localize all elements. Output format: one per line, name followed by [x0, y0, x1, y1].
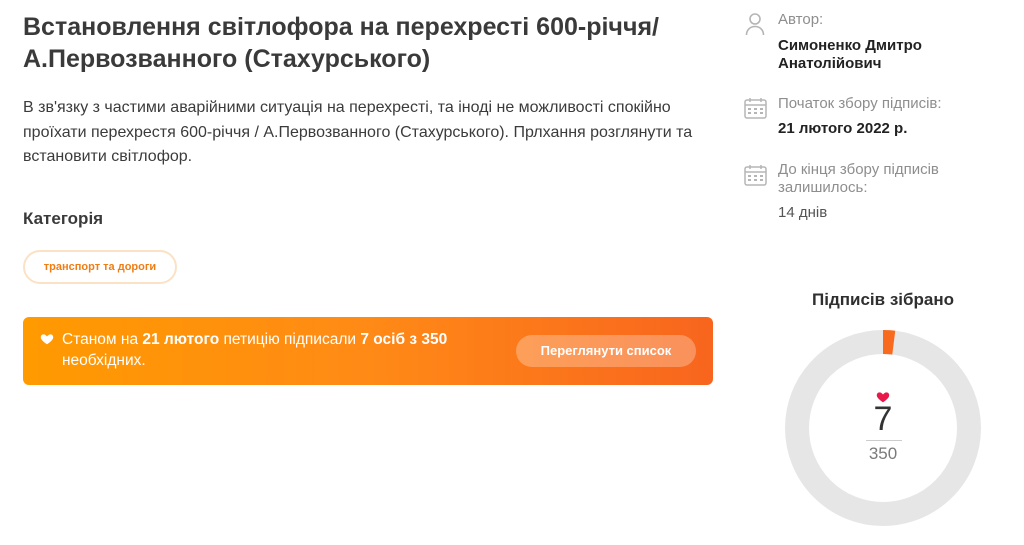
- banner-middle: петицію підписали: [219, 331, 361, 348]
- signatures-title: Підписів зібрано: [812, 290, 954, 309]
- banner-date: 21 лютого: [142, 331, 220, 348]
- petition-title: Встановлення світлофора на перехресті 60…: [23, 13, 659, 73]
- author-label: Автор:: [778, 11, 824, 28]
- view-signers-button[interactable]: Переглянути список: [516, 335, 696, 367]
- remaining-value: 14 днів: [778, 204, 828, 221]
- calendar-icon: [744, 165, 767, 186]
- banner-prefix: Станом на: [62, 331, 143, 348]
- count-divider: [866, 440, 902, 441]
- banner-text: Станом на 21 лютого петицію підписали 7 …: [62, 329, 522, 371]
- category-tag[interactable]: транспорт та дороги: [23, 250, 177, 284]
- signatures-count: 7: [873, 400, 893, 438]
- petition-description: В зв'язку з частими аварійними ситуація …: [23, 99, 693, 165]
- heart-icon: [40, 334, 54, 345]
- start-date: 21 лютого 2022 р.: [778, 120, 908, 137]
- author-name: Симоненко Дмитро Анатолійович: [778, 37, 922, 72]
- signature-status-banner: Станом на 21 лютого петицію підписали 7 …: [23, 317, 713, 385]
- user-icon: [745, 13, 765, 36]
- banner-count: 7 осіб з 350: [360, 331, 448, 348]
- start-label: Початок збору підписів:: [778, 95, 942, 112]
- banner-suffix: необхідних.: [62, 352, 146, 369]
- remaining-label: До кінця збору підписів залишилось:: [778, 161, 939, 196]
- signatures-goal: 350: [868, 444, 898, 463]
- category-heading: Категорія: [23, 209, 104, 228]
- calendar-icon: [744, 98, 767, 119]
